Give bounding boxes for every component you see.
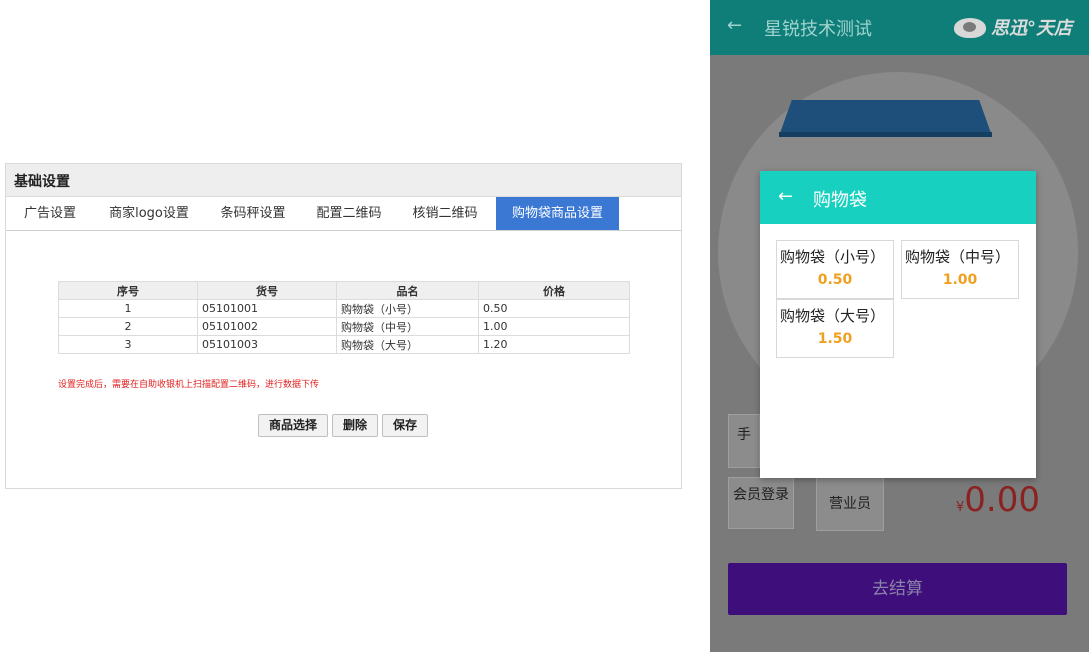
manual-input-button[interactable]: 手 xyxy=(728,414,760,468)
cell-name: 购物袋（小号） xyxy=(336,299,479,318)
cell-sku: 05101002 xyxy=(197,317,337,336)
column-header-sku: 货号 xyxy=(197,281,337,300)
cell-sku: 05101001 xyxy=(197,299,337,318)
column-header-price: 价格 xyxy=(478,281,630,300)
bag-item-price: 1.00 xyxy=(942,272,978,288)
table-row[interactable]: 2 05101002 购物袋（中号） 1.00 xyxy=(58,317,630,336)
delete-button[interactable]: 删除 xyxy=(332,414,378,437)
panel-title: 基础设置 xyxy=(6,164,681,197)
cell-price: 0.50 xyxy=(478,299,630,318)
bag-item-price: 1.50 xyxy=(817,331,853,347)
member-login-button[interactable]: 会员登录 xyxy=(728,477,794,529)
column-header-index: 序号 xyxy=(58,281,198,300)
scanner-tray-edge xyxy=(779,132,992,137)
dialog-title: 购物袋 xyxy=(813,190,867,211)
bag-item-small[interactable]: 购物袋（小号） 0.50 xyxy=(776,240,894,299)
table-row[interactable]: 1 05101001 购物袋（小号） 0.50 xyxy=(58,299,630,318)
tab-barcode-scale-settings[interactable]: 条码秤设置 xyxy=(210,197,296,230)
app-header: ← 星锐技术测试 思迅°天店 xyxy=(710,0,1089,55)
table-row[interactable]: 3 05101003 购物袋（大号） 1.20 xyxy=(58,335,630,354)
clerk-button[interactable]: 营业员 xyxy=(816,477,884,531)
checkout-button[interactable]: 去结算 xyxy=(728,563,1067,615)
cell-name: 购物袋（大号） xyxy=(336,335,479,354)
cell-price: 1.00 xyxy=(478,317,630,336)
column-header-name: 品名 xyxy=(336,281,479,300)
cell-index: 1 xyxy=(58,299,198,318)
bag-item-name: 购物袋（中号） xyxy=(905,248,1011,266)
store-title: 星锐技术测试 xyxy=(764,19,872,40)
amount-value: 0.00 xyxy=(964,480,1040,520)
save-button[interactable]: 保存 xyxy=(382,414,428,437)
tab-ad-settings[interactable]: 广告设置 xyxy=(12,197,88,230)
action-buttons: 商品选择 删除 保存 xyxy=(6,414,681,437)
cell-index: 2 xyxy=(58,317,198,336)
bag-item-name: 购物袋（小号） xyxy=(780,248,886,266)
cell-price: 1.20 xyxy=(478,335,630,354)
dialog-header: ← 购物袋 xyxy=(760,171,1036,224)
back-arrow-icon[interactable]: ← xyxy=(727,15,742,36)
cell-sku: 05101003 xyxy=(197,335,337,354)
bag-item-name: 购物袋（大号） xyxy=(780,307,886,325)
shopping-bag-table: 序号 货号 品名 价格 1 05101001 购物袋（小号） 0.50 2 05… xyxy=(58,281,630,354)
settings-tabs: 广告设置 商家logo设置 条码秤设置 配置二维码 核销二维码 购物袋商品设置 xyxy=(6,197,681,231)
select-product-button[interactable]: 商品选择 xyxy=(258,414,328,437)
bag-item-price: 0.50 xyxy=(817,272,853,288)
config-note: 设置完成后，需要在自助收银机上扫描配置二维码，进行数据下传 xyxy=(58,380,320,390)
shopping-bag-dialog: ← 购物袋 购物袋（小号） 0.50 购物袋（中号） 1.00 购物袋（大号） … xyxy=(760,171,1036,478)
brand-logo-text: 思迅°天店 xyxy=(991,18,1072,39)
dialog-back-arrow-icon[interactable]: ← xyxy=(778,186,793,207)
scanner-tray-graphic xyxy=(779,100,992,136)
total-amount: ¥0.00 xyxy=(956,480,1040,520)
tab-config-qrcode[interactable]: 配置二维码 xyxy=(308,197,390,230)
bag-item-large[interactable]: 购物袋（大号） 1.50 xyxy=(776,299,894,358)
table-header-row: 序号 货号 品名 价格 xyxy=(58,281,630,300)
cell-name: 购物袋（中号） xyxy=(336,317,479,336)
brand-logo-icon xyxy=(954,18,986,38)
tab-shopping-bag-settings[interactable]: 购物袋商品设置 xyxy=(496,197,619,230)
basic-settings-panel: 基础设置 广告设置 商家logo设置 条码秤设置 配置二维码 核销二维码 购物袋… xyxy=(5,163,682,489)
tab-verify-qrcode[interactable]: 核销二维码 xyxy=(404,197,486,230)
cell-index: 3 xyxy=(58,335,198,354)
bag-item-medium[interactable]: 购物袋（中号） 1.00 xyxy=(901,240,1019,299)
mobile-kiosk-screen: ← 星锐技术测试 思迅°天店 手 会员登录 营业员 ¥0.00 去结算 ← 购物… xyxy=(710,0,1089,652)
tab-logo-settings[interactable]: 商家logo设置 xyxy=(101,197,197,230)
